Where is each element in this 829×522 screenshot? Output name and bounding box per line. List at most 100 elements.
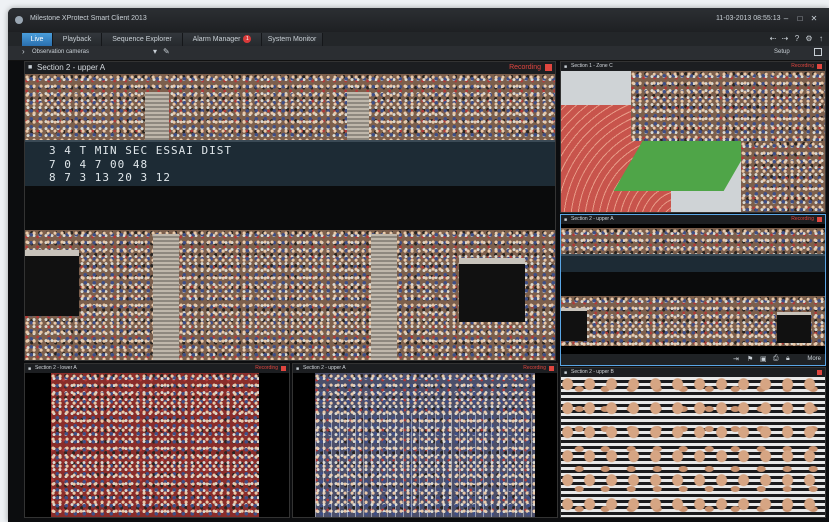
- playback-icon[interactable]: ⇥: [733, 355, 739, 363]
- tunnel-image: [777, 312, 811, 343]
- tab-label: Sequence Explorer: [112, 36, 172, 43]
- camera-feed: [561, 377, 825, 517]
- crowd-closeup-image: [561, 377, 825, 517]
- app-title: Milestone XProtect Smart Client 2013: [30, 15, 147, 22]
- bookmark-icon[interactable]: ⚑: [747, 355, 753, 363]
- recording-indicator-icon: [549, 366, 554, 371]
- edit-icon[interactable]: ✎: [163, 47, 170, 56]
- arrow-back-icon[interactable]: ⇠: [768, 34, 778, 44]
- recording-indicator-icon: [817, 370, 822, 375]
- camera-icon: ■: [564, 64, 568, 70]
- fence-image: [315, 413, 535, 517]
- lock-icon[interactable]: 🔒︎: [786, 355, 790, 363]
- tab-label: System Monitor: [267, 36, 317, 43]
- camera-tile-zone-c[interactable]: ■ Section 1 - Zone C Recording: [560, 61, 826, 213]
- stairs-image: [145, 92, 169, 140]
- scoreboard-row-text: 8 7 3 13 20 3 12: [49, 171, 171, 184]
- scoreboard-image: 3 4 T MIN SEC ESSAI DIST 7 0 4 7 00 48 8…: [25, 140, 555, 190]
- tile-header: ■ Section 2 - lower A Recording: [25, 364, 289, 373]
- crowd-image: [561, 228, 825, 254]
- stadium-shadow: [561, 272, 825, 296]
- arrow-forward-icon[interactable]: ⇢: [780, 34, 790, 44]
- tab-label: Playback: [62, 36, 92, 43]
- tunnel-image: [561, 308, 587, 341]
- tile-header: ■ Section 2 - upper A Recording: [25, 62, 555, 74]
- snapshot-icon[interactable]: ▣: [760, 355, 767, 363]
- view-bar: › Observation cameras ▾ ✎ Setup: [8, 46, 829, 61]
- camera-tile-main[interactable]: ■ Section 2 - upper A Recording 3 4 T MI…: [24, 61, 556, 361]
- tab-sequence-explorer[interactable]: Sequence Explorer: [102, 33, 183, 46]
- more-button[interactable]: More: [807, 356, 821, 362]
- tab-playback[interactable]: Playback: [53, 33, 102, 46]
- camera-label: Section 2 - upper A: [303, 365, 346, 371]
- camera-icon: ■: [564, 370, 568, 376]
- settings-icon[interactable]: ⚙: [804, 34, 814, 44]
- app-window: Milestone XProtect Smart Client 2013 11-…: [8, 8, 829, 522]
- crowd-image: [741, 141, 825, 212]
- camera-label: Section 1 - Zone C: [571, 63, 613, 69]
- print-icon[interactable]: ⎙: [773, 355, 779, 363]
- camera-icon: ■: [28, 64, 33, 71]
- camera-feed: [561, 224, 825, 365]
- camera-tile-upper-b[interactable]: ■ Section 2 - upper B: [560, 367, 826, 518]
- tab-system-monitor[interactable]: System Monitor: [262, 33, 323, 46]
- chevron-right-icon[interactable]: ›: [22, 47, 25, 56]
- camera-tile-lower-a[interactable]: ■ Section 2 - lower A Recording: [24, 363, 290, 518]
- crowd-image: [631, 71, 825, 141]
- recording-indicator-icon: [545, 64, 552, 71]
- recording-status: Recording: [523, 365, 546, 371]
- recording-status: Recording: [509, 64, 541, 71]
- recording-indicator-icon: [281, 366, 286, 371]
- tab-label: Alarm Manager: [192, 36, 241, 43]
- alarm-count-badge: 1: [243, 35, 252, 43]
- camera-label: Section 2 - upper B: [571, 369, 614, 375]
- title-bar: Milestone XProtect Smart Client 2013 11-…: [8, 8, 829, 32]
- camera-icon: ■: [564, 217, 568, 223]
- recording-status: Recording: [255, 365, 278, 371]
- tile-header: ■ Section 2 - upper B: [561, 368, 825, 377]
- view-name[interactable]: Observation cameras: [32, 49, 89, 55]
- camera-label: Section 2 - upper A: [37, 63, 106, 72]
- fullscreen-icon[interactable]: [814, 48, 822, 56]
- tab-alarm-manager[interactable]: Alarm Manager 1: [183, 33, 262, 46]
- stairs-image: [371, 234, 397, 360]
- camera-tile-selected[interactable]: ■ Section 2 - upper A Recording ⇥ ⚑ ▣ ⎙ …: [560, 214, 826, 366]
- tunnel-image: [25, 250, 79, 316]
- crowd-overhead-image: [51, 373, 259, 517]
- tile-header: ■ Section 2 - upper A Recording: [561, 215, 825, 224]
- camera-label: Section 2 - upper A: [571, 216, 614, 222]
- camera-tile-upper-a-zoom[interactable]: ■ Section 2 - upper A Recording: [292, 363, 558, 518]
- camera-label: Section 2 - lower A: [35, 365, 77, 371]
- camera-toolbar: ⇥ ⚑ ▣ ⎙ 🔒︎ More: [561, 354, 825, 365]
- scoreboard-row-text: 7 0 4 7 00 48: [49, 158, 149, 171]
- camera-icon: ■: [296, 366, 300, 372]
- tab-label: Live: [30, 36, 44, 43]
- recording-status: Recording: [791, 216, 814, 222]
- help-icon[interactable]: ?: [792, 34, 802, 44]
- camera-icon: ■: [28, 366, 32, 372]
- tile-header: ■ Section 1 - Zone C Recording: [561, 62, 825, 71]
- pin-icon[interactable]: ↑: [816, 34, 826, 44]
- tab-live[interactable]: Live: [22, 33, 53, 46]
- stairs-image: [347, 92, 369, 140]
- star-icon[interactable]: ▾: [153, 47, 157, 56]
- minimize-button[interactable]: –: [780, 13, 792, 25]
- camera-feed: [25, 373, 289, 517]
- recording-indicator-icon: [817, 217, 822, 222]
- camera-feed: 3 4 T MIN SEC ESSAI DIST 7 0 4 7 00 48 8…: [25, 74, 555, 360]
- maximize-button[interactable]: □: [794, 13, 806, 25]
- camera-feed: [293, 373, 557, 517]
- camera-feed: [561, 71, 825, 212]
- camera-grid: ■ Section 2 - upper A Recording 3 4 T MI…: [8, 61, 829, 522]
- main-tab-bar: Live Playback Sequence Explorer Alarm Ma…: [8, 32, 829, 46]
- tunnel-image: [459, 258, 525, 322]
- setup-button[interactable]: Setup: [774, 49, 790, 55]
- clock-readout: 11-03-2013 08:55:13: [716, 15, 781, 22]
- crowd-image: [25, 74, 555, 140]
- stadium-shadow: [25, 186, 555, 230]
- app-logo-icon: [15, 16, 23, 24]
- close-button[interactable]: ✕: [808, 13, 820, 25]
- stairs-image: [153, 234, 179, 360]
- scoreboard-header-text: 3 4 T MIN SEC ESSAI DIST: [49, 144, 232, 157]
- recording-indicator-icon: [817, 64, 822, 69]
